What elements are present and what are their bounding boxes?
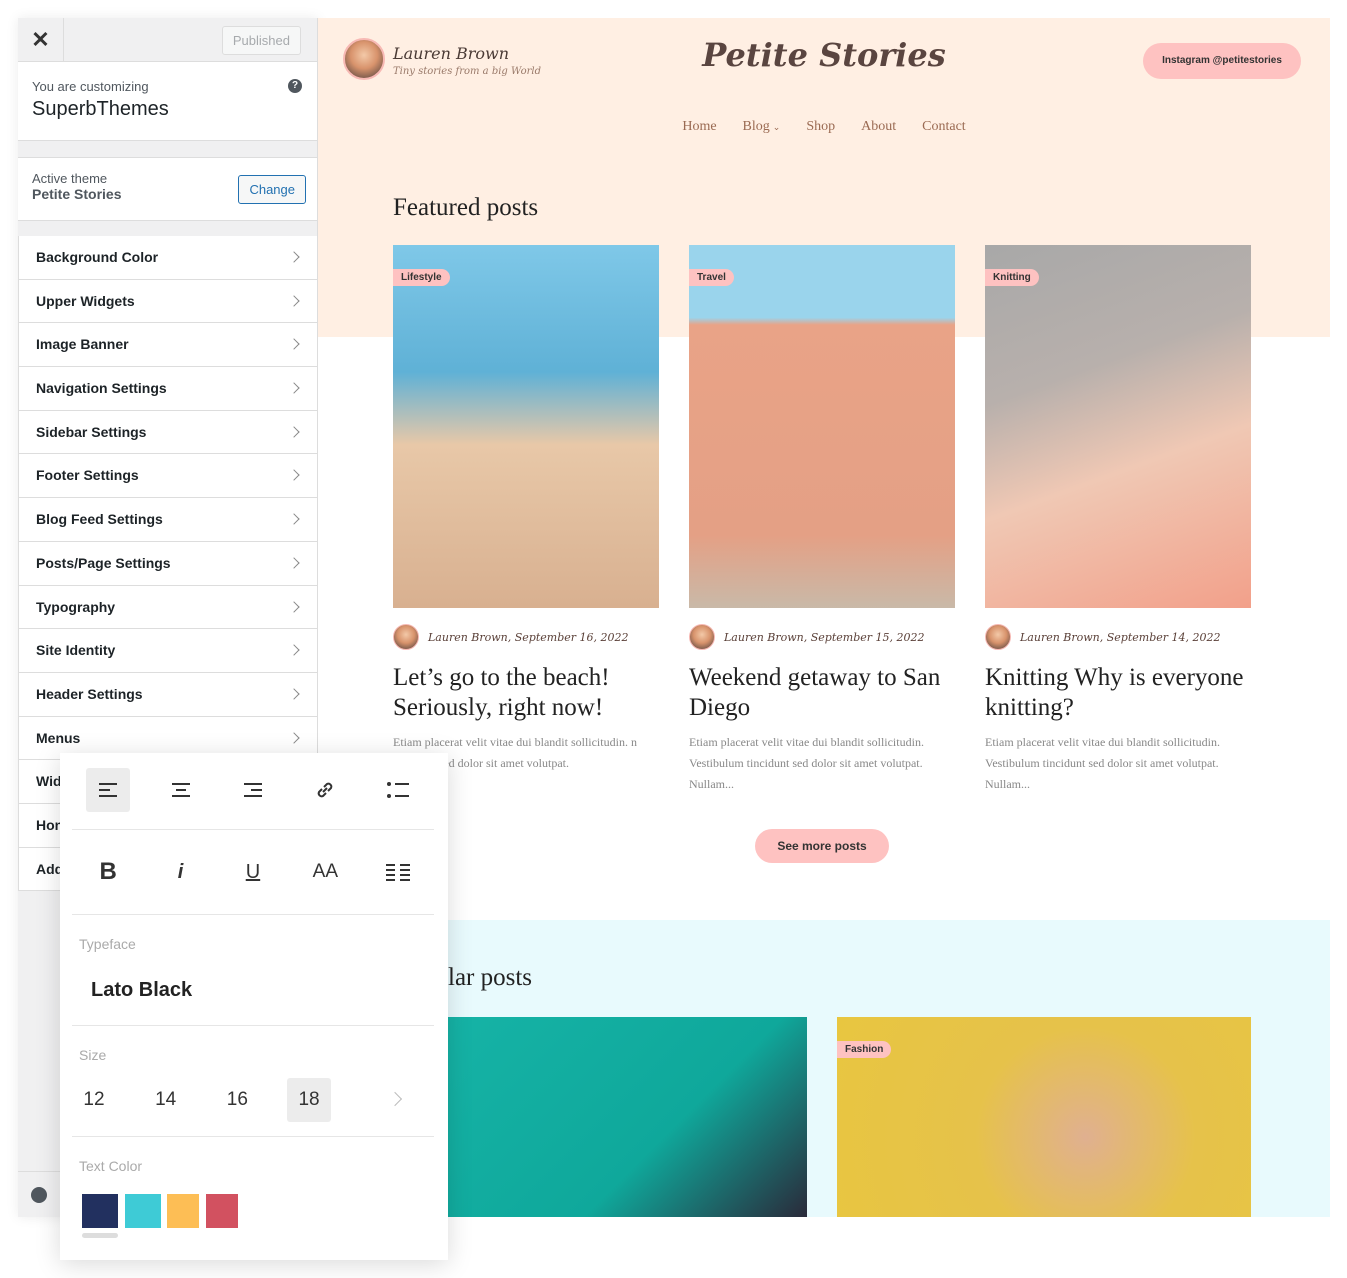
author-avatar bbox=[689, 624, 715, 650]
customizer-header: ✕ Published bbox=[18, 18, 317, 62]
post-image[interactable]: Lifestyle bbox=[393, 245, 659, 608]
size-option[interactable]: 12 bbox=[72, 1078, 116, 1122]
color-swatch-red[interactable] bbox=[206, 1194, 238, 1228]
menu-item[interactable]: Site Identity bbox=[18, 629, 317, 673]
underline-button[interactable]: U bbox=[231, 850, 275, 894]
featured-heading: Featured posts bbox=[393, 194, 539, 221]
style-row: B i U AA bbox=[72, 850, 434, 894]
menu-item[interactable]: Typography bbox=[18, 585, 317, 630]
menu-item[interactable]: Background Color bbox=[18, 236, 317, 280]
menu-item[interactable]: Posts/Page Settings bbox=[18, 541, 317, 586]
nav-shop[interactable]: Shop bbox=[806, 119, 835, 134]
color-swatch-orange[interactable] bbox=[167, 1194, 199, 1228]
post-meta-text: Lauren Brown, September 16, 2022 bbox=[428, 630, 629, 644]
published-button[interactable]: Published bbox=[221, 26, 301, 55]
size-options: 12 14 16 18 bbox=[72, 1078, 359, 1122]
alignment-row bbox=[72, 768, 434, 812]
popular-heading: lar posts bbox=[448, 964, 533, 991]
nav-home[interactable]: Home bbox=[682, 119, 716, 134]
selected-color-indicator bbox=[82, 1233, 118, 1238]
active-theme-name: Petite Stories bbox=[32, 186, 122, 202]
menu-item[interactable]: Navigation Settings bbox=[18, 367, 317, 411]
typeface-label: Typeface bbox=[79, 936, 136, 952]
post-meta-text: Lauren Brown, September 15, 2022 bbox=[724, 630, 925, 644]
bold-button[interactable]: B bbox=[86, 850, 130, 894]
post-title[interactable]: Let’s go to the beach! Seriously, right … bbox=[393, 663, 659, 723]
nav-about[interactable]: About bbox=[861, 119, 896, 134]
instagram-button[interactable]: Instagram @petitestories bbox=[1143, 43, 1301, 79]
menu-item[interactable]: Blog Feed Settings bbox=[18, 498, 317, 542]
size-option[interactable]: 14 bbox=[144, 1078, 188, 1122]
help-icon[interactable]: ? bbox=[288, 79, 302, 93]
text-color-label: Text Color bbox=[79, 1158, 143, 1174]
collapse-icon[interactable] bbox=[31, 1187, 47, 1203]
color-swatch-navy[interactable] bbox=[82, 1194, 118, 1228]
align-right-icon[interactable] bbox=[231, 768, 275, 812]
category-tag[interactable]: Lifestyle bbox=[393, 269, 450, 286]
category-tag[interactable]: Fashion bbox=[837, 1041, 892, 1058]
divider bbox=[72, 1136, 434, 1137]
site-preview: Lauren Brown Tiny stories from a big Wor… bbox=[318, 18, 1330, 1217]
divider bbox=[72, 1025, 434, 1026]
divider bbox=[72, 829, 434, 830]
bullet-list-icon[interactable] bbox=[376, 768, 420, 812]
divider bbox=[72, 914, 434, 915]
menu-item[interactable]: Image Banner bbox=[18, 323, 317, 368]
site-nav: Home Blog ⌄ Shop About Contact bbox=[318, 117, 1330, 135]
chevron-right-icon[interactable] bbox=[387, 1091, 403, 1107]
customizing-info: You are customizing SuperbThemes ? bbox=[18, 62, 317, 141]
typeface-select[interactable]: Lato Black bbox=[91, 979, 192, 1002]
link-icon[interactable] bbox=[303, 768, 347, 812]
size-option-selected[interactable]: 18 bbox=[287, 1078, 332, 1122]
post-meta-text: Lauren Brown, September 14, 2022 bbox=[1020, 630, 1221, 644]
color-swatch-cyan[interactable] bbox=[125, 1194, 161, 1228]
size-option[interactable]: 16 bbox=[215, 1078, 259, 1122]
post-card[interactable]: Knitting Lauren Brown, September 14, 202… bbox=[985, 245, 1251, 795]
post-meta: Lauren Brown, September 16, 2022 bbox=[393, 624, 659, 650]
site-name: SuperbThemes bbox=[32, 98, 169, 120]
nav-blog-label: Blog bbox=[742, 119, 770, 134]
align-center-icon[interactable] bbox=[159, 768, 203, 812]
menu-item[interactable]: Sidebar Settings bbox=[18, 410, 317, 455]
nav-contact[interactable]: Contact bbox=[922, 119, 966, 134]
menu-item[interactable]: Header Settings bbox=[18, 672, 317, 717]
chevron-down-icon: ⌄ bbox=[772, 122, 781, 132]
customizing-label: You are customizing bbox=[32, 79, 149, 94]
post-card[interactable]: Travel Lauren Brown, September 15, 2022 … bbox=[689, 245, 955, 795]
justify-icon[interactable] bbox=[376, 850, 420, 894]
close-icon[interactable]: ✕ bbox=[18, 18, 64, 62]
italic-button[interactable]: i bbox=[159, 850, 203, 894]
post-image[interactable]: Knitting bbox=[985, 245, 1251, 608]
nav-blog[interactable]: Blog ⌄ bbox=[743, 119, 781, 134]
post-title[interactable]: Weekend getaway to San Diego bbox=[689, 663, 955, 723]
text-format-popup: B i U AA Typeface Lato Black Size 12 14 … bbox=[60, 753, 448, 1260]
popular-post-image[interactable]: Fashion bbox=[837, 1017, 1251, 1217]
author-avatar bbox=[393, 624, 419, 650]
post-meta: Lauren Brown, September 15, 2022 bbox=[689, 624, 955, 650]
post-image[interactable]: Travel bbox=[689, 245, 955, 608]
see-more-posts-button[interactable]: See more posts bbox=[755, 829, 889, 863]
post-meta: Lauren Brown, September 14, 2022 bbox=[985, 624, 1251, 650]
change-theme-button[interactable]: Change bbox=[238, 175, 306, 204]
category-tag[interactable]: Knitting bbox=[985, 269, 1039, 286]
post-excerpt: Etiam placerat velit vitae dui blandit s… bbox=[985, 735, 1220, 791]
post-title[interactable]: Knitting Why is everyone knitting? bbox=[985, 663, 1251, 723]
author-avatar bbox=[985, 624, 1011, 650]
size-label: Size bbox=[79, 1047, 107, 1063]
align-left-icon[interactable] bbox=[86, 768, 131, 812]
category-tag[interactable]: Travel bbox=[689, 269, 734, 286]
post-card[interactable]: Lifestyle Lauren Brown, September 16, 20… bbox=[393, 245, 659, 774]
uppercase-button[interactable]: AA bbox=[303, 850, 347, 894]
post-excerpt: Etiam placerat velit vitae dui blandit s… bbox=[689, 735, 924, 791]
menu-item[interactable]: Footer Settings bbox=[18, 454, 317, 499]
menu-item[interactable]: Upper Widgets bbox=[18, 279, 317, 324]
active-theme-panel: Active theme Petite Stories Change bbox=[18, 157, 317, 221]
popular-post-image[interactable] bbox=[448, 1017, 807, 1217]
